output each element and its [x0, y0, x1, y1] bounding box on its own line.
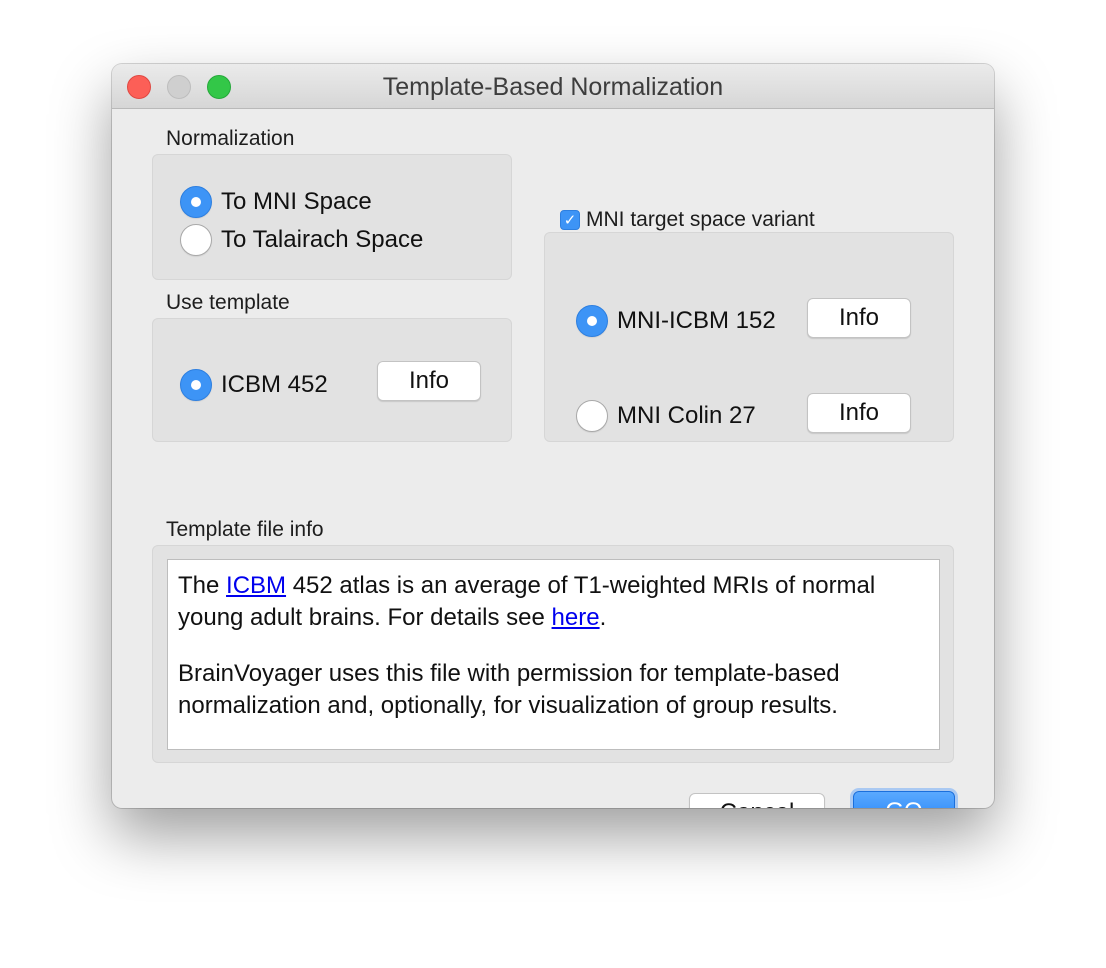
mni-colin-27-info-button[interactable]: Info [807, 393, 911, 433]
dialog-content: Normalization To MNI Space To Talairach … [112, 109, 994, 808]
normalization-group: To MNI Space To Talairach Space [152, 154, 512, 280]
icbm-link[interactable]: ICBM [226, 572, 286, 599]
mni-variant-group: MNI-ICBM 152 Info MNI Colin 27 Info [544, 232, 954, 442]
icbm-452-label: ICBM 452 [221, 371, 328, 398]
dialog-window: Template-Based Normalization Normalizati… [112, 64, 994, 808]
file-info-paragraph-1: The ICBM 452 atlas is an average of T1-w… [178, 570, 929, 634]
title-bar[interactable]: Template-Based Normalization [112, 64, 994, 109]
use-template-group: ICBM 452 Info [152, 318, 512, 442]
mni-icbm-152-option[interactable]: MNI-ICBM 152 [576, 305, 776, 337]
file-info-text-end: . [599, 604, 607, 631]
go-button[interactable]: GO [853, 791, 955, 808]
normalization-group-label: Normalization [166, 127, 295, 150]
mni-variant-checkbox[interactable]: ✓ [560, 210, 580, 230]
mni-colin-27-radio[interactable] [576, 400, 608, 432]
icbm-452-info-button[interactable]: Info [377, 361, 481, 401]
template-file-info-label: Template file info [166, 518, 324, 541]
mni-colin-27-option[interactable]: MNI Colin 27 [576, 400, 756, 432]
template-file-info-text[interactable]: The ICBM 452 atlas is an average of T1-w… [167, 559, 940, 750]
to-talairach-space-label: To Talairach Space [221, 226, 424, 253]
here-link[interactable]: here [552, 604, 600, 631]
mni-variant-checkbox-label: MNI target space variant [586, 208, 815, 231]
to-talairach-space-radio[interactable] [180, 224, 212, 256]
cancel-button[interactable]: Cancel [689, 793, 825, 808]
use-template-group-label: Use template [166, 291, 290, 314]
file-info-paragraph-2: BrainVoyager uses this file with permiss… [178, 660, 840, 719]
mni-icbm-152-label: MNI-ICBM 152 [617, 307, 776, 334]
window-title: Template-Based Normalization [382, 73, 724, 101]
mni-colin-27-label: MNI Colin 27 [617, 402, 756, 429]
mni-variant-checkbox-row[interactable]: ✓ MNI target space variant [560, 208, 815, 232]
template-file-info-group: The ICBM 452 atlas is an average of T1-w… [152, 545, 954, 763]
to-talairach-space-option[interactable]: To Talairach Space [180, 224, 423, 256]
to-mni-space-label: To MNI Space [221, 188, 372, 215]
to-mni-space-radio[interactable] [180, 186, 212, 218]
file-info-text-start: The [178, 572, 227, 599]
icbm-452-radio[interactable] [180, 369, 212, 401]
to-mni-space-option[interactable]: To MNI Space [180, 186, 372, 218]
icbm-452-option[interactable]: ICBM 452 [180, 369, 328, 401]
mni-icbm-152-info-button[interactable]: Info [807, 298, 911, 338]
mni-icbm-152-radio[interactable] [576, 305, 608, 337]
